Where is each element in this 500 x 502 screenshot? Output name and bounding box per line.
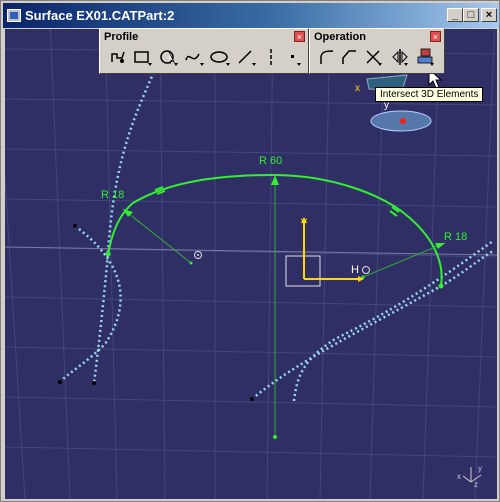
triad-z-label: z (474, 480, 478, 489)
maximize-button[interactable]: □ (463, 8, 479, 22)
triad-y-label: y (478, 464, 482, 473)
minimize-button[interactable]: _ (447, 8, 463, 22)
window-title: Surface EX01.CATPart:2 (25, 8, 175, 23)
ellipse-icon[interactable] (209, 46, 231, 68)
line-icon[interactable] (235, 46, 257, 68)
profile-toolbar-title[interactable]: Profile (101, 30, 307, 44)
rectangle-icon[interactable] (131, 46, 153, 68)
profile-toolbar[interactable]: Profile × (99, 28, 309, 74)
arc-centers (189, 251, 370, 279)
trim-icon[interactable] (363, 46, 385, 68)
operation-toolbar[interactable]: Operation × (309, 28, 445, 74)
radius-60-label[interactable]: R 60 (259, 155, 282, 167)
horizontal-sketch-line (5, 246, 497, 256)
circle-center-icon[interactable] (157, 46, 179, 68)
radius-18-right-label[interactable]: R 18 (444, 231, 467, 243)
radius-18-left-label[interactable]: R 18 (101, 189, 124, 201)
profile-toolbar-close-button[interactable]: × (294, 31, 305, 42)
part-document-icon (7, 9, 21, 22)
dimension-lines (122, 175, 446, 437)
close-button[interactable]: × (481, 8, 497, 22)
profile-icon[interactable] (107, 46, 129, 68)
catia-window: Surface EX01.CATPart:2 _ □ × R 60 R 18 R… (0, 0, 500, 502)
axis-icon[interactable] (261, 46, 283, 68)
mirror-icon[interactable] (389, 46, 411, 68)
operation-toolbar-title[interactable]: Operation (311, 30, 443, 44)
axis-v-label: V (301, 217, 307, 227)
corner-icon[interactable] (317, 46, 339, 68)
axis-h-label: H (351, 264, 359, 276)
spline-icon[interactable] (183, 46, 205, 68)
operation-toolbar-close-button[interactable]: × (430, 31, 441, 42)
chamfer-icon[interactable] (339, 46, 361, 68)
triad-x-label: x (457, 472, 461, 481)
tooltip: Intersect 3D Elements (375, 87, 484, 102)
project-3d-icon[interactable] (415, 46, 437, 68)
point-icon[interactable] (283, 46, 305, 68)
title-bar[interactable]: Surface EX01.CATPart:2 _ □ × (3, 3, 499, 28)
compass-x-label: x (355, 83, 360, 94)
